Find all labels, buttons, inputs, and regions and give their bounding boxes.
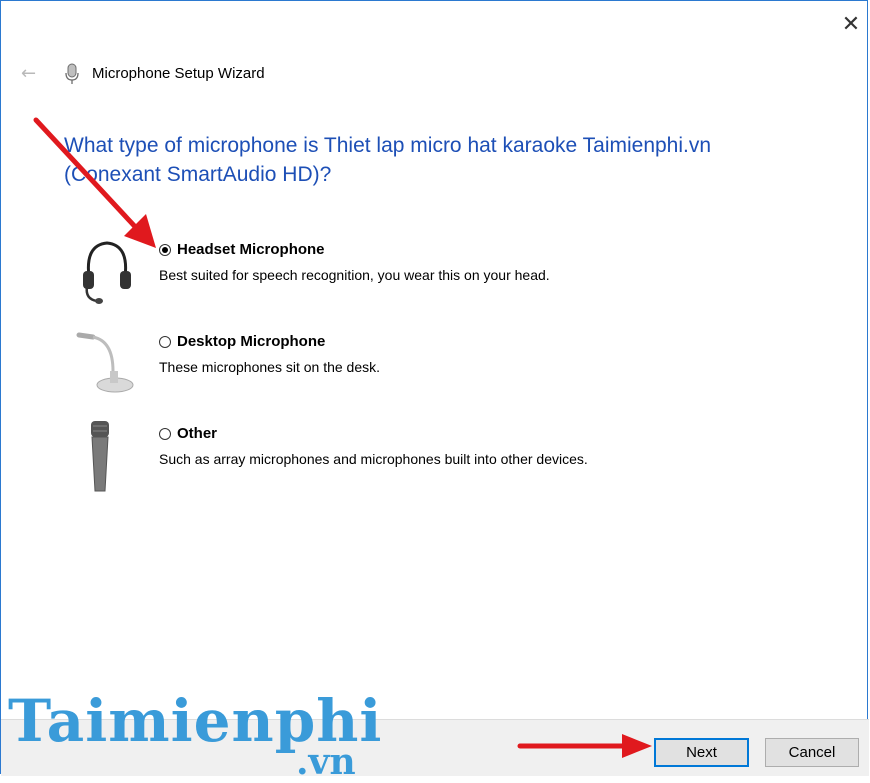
radio-other[interactable] [159,427,171,440]
option-label: Other [177,425,218,442]
radio-desktop[interactable] [159,335,171,348]
cancel-button[interactable]: Cancel [765,738,859,767]
option-label: Headset Microphone [177,241,325,258]
window-title: Microphone Setup Wizard [92,65,265,82]
option-desktop[interactable]: Desktop Microphone These microphones sit… [159,333,380,375]
microphone-icon [65,63,79,84]
option-label: Desktop Microphone [177,333,326,350]
watermark-suffix: .vn [296,741,356,783]
option-headset[interactable]: Headset Microphone Best suited for speec… [159,241,550,283]
back-arrow-icon[interactable]: ← [21,63,45,85]
next-button[interactable]: Next [654,738,749,767]
radio-headset[interactable] [159,243,171,256]
option-description: Best suited for speech recognition, you … [159,267,550,283]
close-icon[interactable]: ✕ [839,13,863,37]
setup-wizard-window: ✕ ← Microphone Setup Wizard What type of… [0,0,869,776]
page-question: What type of microphone is Thiet lap mic… [64,134,712,186]
option-description: These microphones sit on the desk. [159,359,381,375]
option-other[interactable]: Other Such as array microphones and micr… [159,425,588,467]
headset-icon [83,241,131,304]
desktop-microphone-icon [76,332,134,393]
option-description: Such as array microphones and microphone… [159,451,588,467]
handheld-microphone-icon [91,421,109,492]
